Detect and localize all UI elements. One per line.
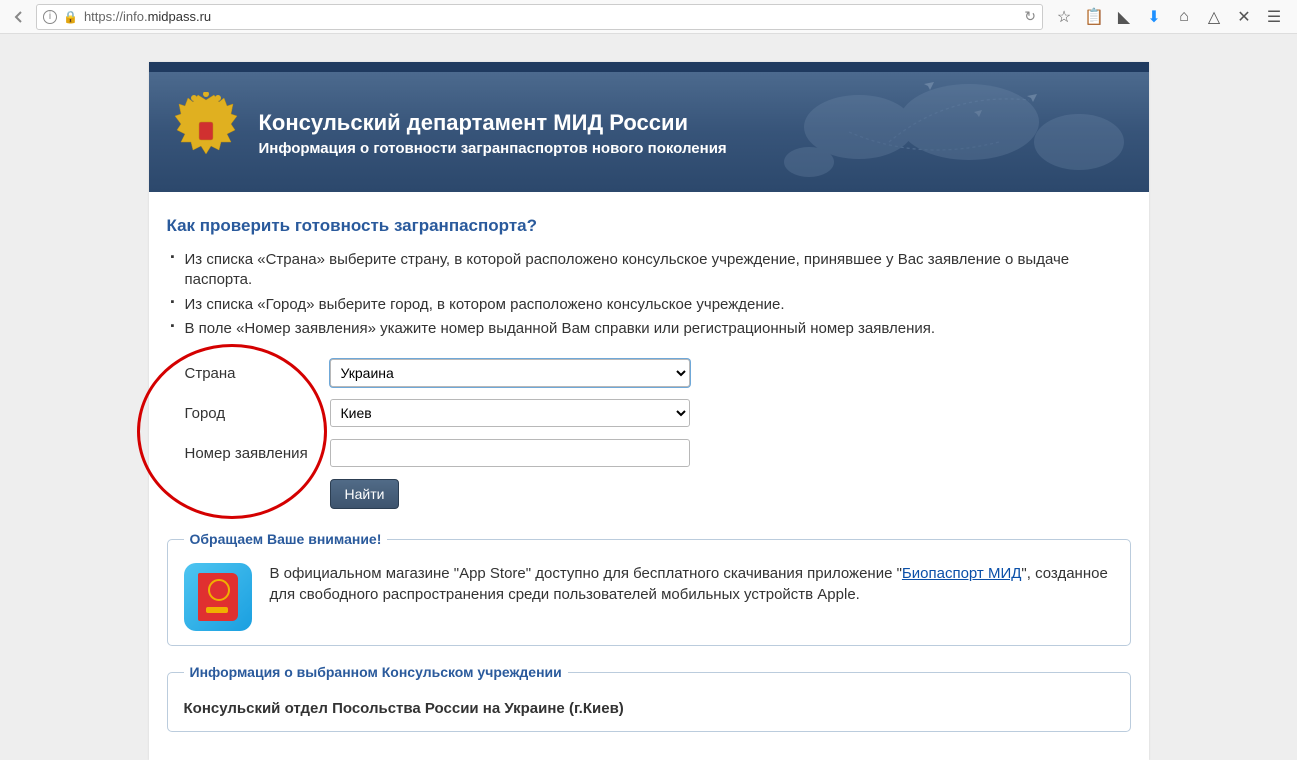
search-form: Страна Украина Город Киев Номер заявлени… [167,359,1131,509]
application-number-input[interactable] [330,439,690,467]
content-container: Консульский департамент МИД России Инфор… [149,62,1149,760]
info-icon: i [43,10,57,24]
notice-fieldset: Обращаем Ваше внимание! В официальном ма… [167,531,1131,646]
home-icon[interactable]: ⌂ [1175,8,1193,26]
russia-emblem-icon [169,92,244,177]
url-text: https://info.midpass.ru [84,9,211,24]
menu-icon[interactable]: ☰ [1265,7,1283,27]
city-select[interactable]: Киев [330,399,690,427]
section-heading: Как проверить готовность загранпаспорта? [167,216,1131,236]
city-label: Город [185,405,330,422]
notice-legend: Обращаем Ваше внимание! [184,531,388,547]
instruction-item: Из списка «Город» выберите город, в кото… [171,295,1131,315]
biopassport-link[interactable]: Биопаспорт МИД [902,565,1021,582]
header-title: Консульский департамент МИД России [259,110,1149,136]
instruction-item: В поле «Номер заявления» укажите номер в… [171,319,1131,339]
instructions-list: Из списка «Страна» выберите страну, в ко… [167,250,1131,339]
main-content: Как проверить готовность загранпаспорта?… [149,192,1149,760]
search-button[interactable]: Найти [330,479,400,509]
consulate-fieldset: Информация о выбранном Консульском учреж… [167,664,1131,732]
page-background: Консульский департамент МИД России Инфор… [0,34,1297,760]
header-strip [149,62,1149,72]
cloud-icon[interactable]: △ [1205,7,1223,27]
consulate-legend: Информация о выбранном Консульском учреж… [184,664,568,680]
extension-icon[interactable]: ✕ [1235,7,1253,27]
country-label: Страна [185,365,330,382]
browser-action-icons: ☆ 📋 ◣ ⬇ ⌂ △ ✕ ☰ [1047,7,1291,27]
star-icon[interactable]: ☆ [1055,7,1073,27]
back-button[interactable] [6,4,32,30]
header-subtitle: Информация о готовности загранпаспортов … [259,140,1149,157]
notice-text: В официальном магазине "App Store" досту… [270,563,1114,605]
pocket-icon[interactable]: ◣ [1115,7,1133,27]
clipboard-icon[interactable]: 📋 [1085,7,1103,27]
address-bar[interactable]: i 🔒 https://info.midpass.ru ↻ [36,4,1043,30]
application-number-label: Номер заявления [185,445,330,462]
app-store-icon [184,563,252,631]
site-header: Консульский департамент МИД России Инфор… [149,72,1149,192]
lock-icon: 🔒 [63,10,78,24]
instruction-item: Из списка «Страна» выберите страну, в ко… [171,250,1131,291]
reload-icon[interactable]: ↻ [1024,8,1036,25]
browser-toolbar: i 🔒 https://info.midpass.ru ↻ ☆ 📋 ◣ ⬇ ⌂ … [0,0,1297,34]
consulate-title: Консульский отдел Посольства России на У… [184,700,1114,717]
country-select[interactable]: Украина [330,359,690,387]
download-icon[interactable]: ⬇ [1145,7,1163,27]
